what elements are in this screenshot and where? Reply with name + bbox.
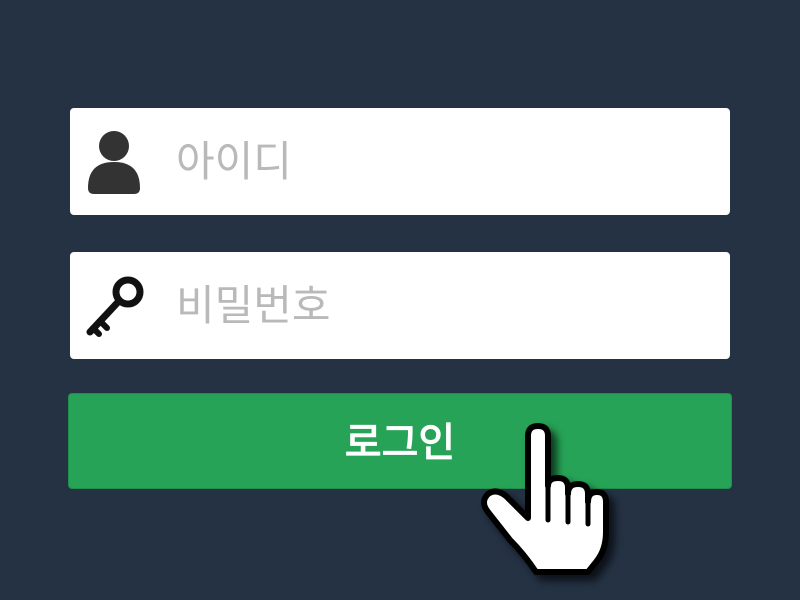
key-icon	[86, 276, 144, 337]
login-button-label: 로그인	[344, 420, 456, 466]
user-icon	[88, 131, 140, 194]
username-input[interactable]	[176, 108, 716, 215]
login-button[interactable]: 로그인	[68, 393, 732, 489]
password-field[interactable]	[70, 252, 730, 359]
username-field[interactable]	[70, 108, 730, 215]
password-input[interactable]	[176, 252, 716, 359]
hand-pointer-icon	[481, 423, 609, 575]
